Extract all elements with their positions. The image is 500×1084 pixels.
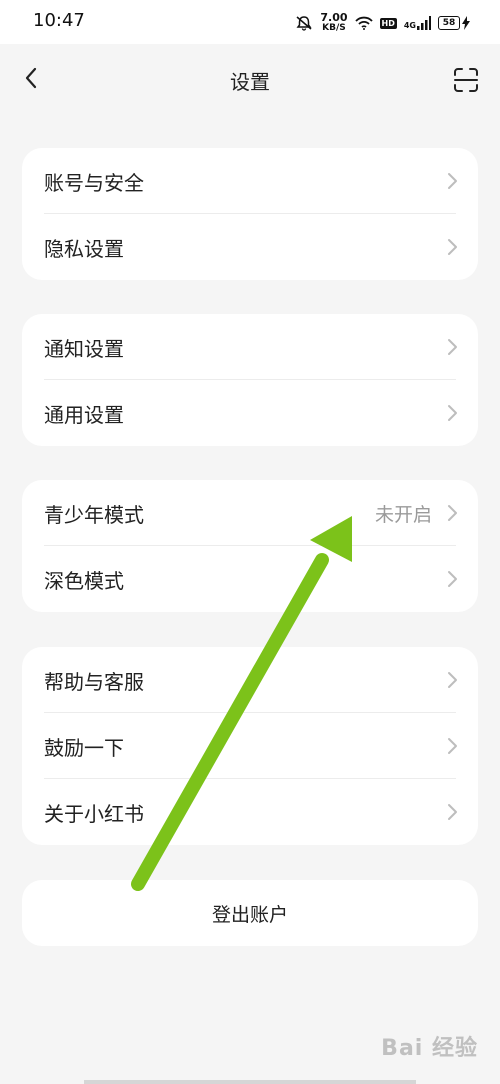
chevron-right-icon: [448, 239, 457, 255]
settings-item-label: 青少年模式: [44, 502, 144, 527]
charging-bolt-icon: [462, 16, 470, 30]
wifi-icon: [354, 16, 373, 30]
chevron-right-icon: [448, 505, 457, 521]
net-speed: 7.00 KB/S: [320, 11, 348, 33]
chevron-right-icon: [448, 339, 457, 355]
settings-item-label: 通用设置: [44, 402, 124, 427]
home-indicator: [84, 1080, 416, 1084]
settings-item-label: 通知设置: [44, 336, 124, 361]
teen-mode-status: 未开启: [374, 503, 432, 526]
settings-item-label: 深色模式: [44, 568, 124, 593]
settings-item-help[interactable]: 帮助与客服: [22, 647, 478, 713]
chevron-right-icon: [448, 405, 457, 421]
battery-level: 58: [438, 16, 460, 30]
settings-item-label: 隐私设置: [44, 236, 124, 261]
settings-item-general[interactable]: 通用设置: [22, 380, 478, 446]
settings-item-teen-mode[interactable]: 青少年模式 未开启: [22, 480, 478, 546]
status-icons: 7.00 KB/S HD 4G 58: [295, 12, 470, 34]
settings-group-modes: 青少年模式 未开启 深色模式: [22, 480, 478, 612]
settings-item-encourage[interactable]: 鼓励一下: [22, 713, 478, 779]
hd-badge: HD: [379, 17, 397, 29]
network-type: 4G: [403, 21, 416, 30]
settings-group-general: 通知设置 通用设置: [22, 314, 478, 446]
settings-item-label: 关于小红书: [44, 801, 144, 826]
net-speed-value: 7.00: [320, 11, 348, 24]
status-time: 10:47: [33, 10, 85, 31]
chevron-right-icon: [448, 571, 457, 587]
header: 设置: [0, 44, 500, 116]
settings-group-about: 帮助与客服 鼓励一下 关于小红书: [22, 647, 478, 845]
signal-icon: 4G: [404, 16, 431, 30]
logout-button[interactable]: 登出账户: [22, 880, 478, 946]
chevron-right-icon: [448, 804, 457, 820]
status-bar: 10:47 7.00 KB/S HD 4G 58: [0, 0, 500, 44]
settings-item-privacy[interactable]: 隐私设置: [22, 214, 478, 280]
chevron-right-icon: [448, 173, 457, 189]
settings-item-label: 帮助与客服: [44, 669, 144, 694]
signal-bars-icon: [417, 16, 431, 30]
settings-group-account: 账号与安全 隐私设置: [22, 148, 478, 280]
chevron-right-icon: [448, 672, 457, 688]
page-title: 设置: [230, 70, 270, 94]
mute-bell-icon: [296, 16, 312, 31]
battery: 58: [438, 16, 470, 30]
chevron-right-icon: [448, 738, 457, 754]
settings-item-dark-mode[interactable]: 深色模式: [22, 546, 478, 612]
settings-item-label: 账号与安全: [44, 170, 144, 195]
logout-card: 登出账户: [22, 880, 478, 946]
scan-icon[interactable]: [452, 66, 480, 94]
settings-item-about[interactable]: 关于小红书: [22, 779, 478, 845]
net-speed-unit: KB/S: [322, 23, 346, 33]
settings-item-label: 鼓励一下: [44, 735, 124, 760]
settings-item-account-security[interactable]: 账号与安全: [22, 148, 478, 214]
watermark: Bai 经验: [381, 1036, 478, 1061]
settings-item-notifications[interactable]: 通知设置: [22, 314, 478, 380]
